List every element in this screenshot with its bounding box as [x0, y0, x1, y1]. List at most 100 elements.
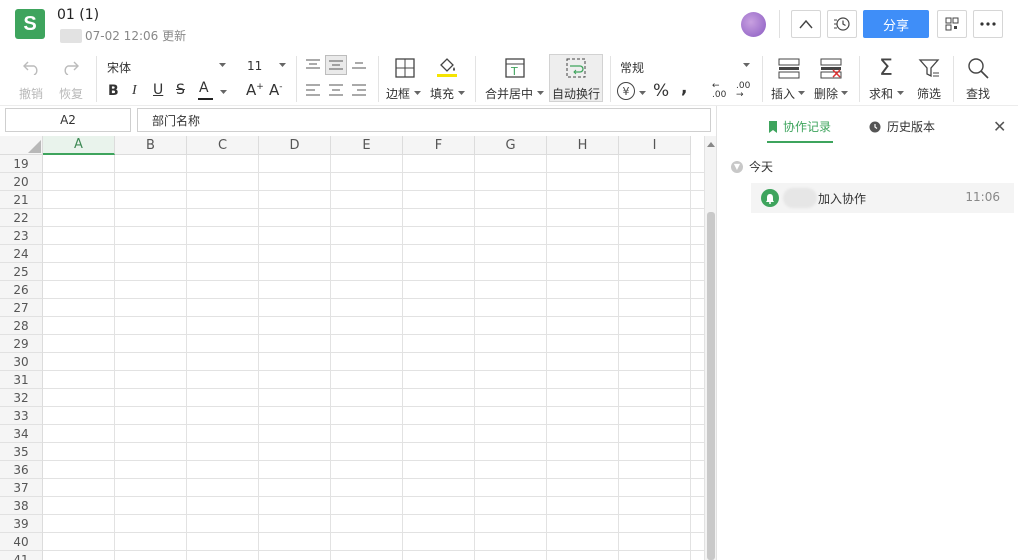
- row-header[interactable]: 31: [0, 371, 43, 389]
- row-header[interactable]: 35: [0, 443, 43, 461]
- undo-label[interactable]: 撤销: [19, 85, 43, 102]
- undo-icon[interactable]: [22, 56, 42, 76]
- align-middle-icon[interactable]: [325, 55, 347, 75]
- row-header[interactable]: 39: [0, 515, 43, 533]
- redo-icon[interactable]: [60, 56, 80, 76]
- merge-label[interactable]: 合并居中: [485, 85, 533, 102]
- row-header[interactable]: 36: [0, 461, 43, 479]
- scrollbar-thumb[interactable]: [707, 212, 715, 560]
- row-header[interactable]: 29: [0, 335, 43, 353]
- tab-history-versions[interactable]: 历史版本: [869, 118, 935, 135]
- row-header[interactable]: 21: [0, 191, 43, 209]
- chevron-down-icon[interactable]: [896, 89, 904, 97]
- increase-decimal-icon[interactable]: ← .00: [712, 82, 726, 100]
- row-header[interactable]: 25: [0, 263, 43, 281]
- row-header[interactable]: 24: [0, 245, 43, 263]
- fill-bucket-icon[interactable]: [435, 55, 459, 79]
- redo-label[interactable]: 恢复: [59, 85, 83, 102]
- scroll-up-icon[interactable]: [705, 140, 716, 150]
- row-header[interactable]: 26: [0, 281, 43, 299]
- row-header[interactable]: 37: [0, 479, 43, 497]
- sum-label[interactable]: 求和: [869, 85, 893, 102]
- filter-icon[interactable]: [917, 56, 941, 80]
- row-header[interactable]: 41: [0, 551, 43, 560]
- border-label[interactable]: 边框: [386, 85, 410, 102]
- row-header[interactable]: 20: [0, 173, 43, 191]
- wrap-text-label[interactable]: 自动换行: [552, 85, 600, 102]
- underline-button[interactable]: U: [153, 82, 163, 98]
- chevron-down-icon[interactable]: [840, 89, 848, 97]
- align-top-icon[interactable]: [304, 56, 322, 72]
- currency-icon[interactable]: ¥: [617, 82, 635, 100]
- column-header[interactable]: D: [259, 136, 331, 155]
- align-right-icon[interactable]: [350, 82, 368, 98]
- column-header[interactable]: H: [547, 136, 619, 155]
- font-color-button[interactable]: A: [199, 80, 209, 96]
- align-left-icon[interactable]: [304, 82, 322, 98]
- tab-collaboration-records[interactable]: 协作记录: [769, 118, 831, 135]
- row-header[interactable]: 27: [0, 299, 43, 317]
- find-label[interactable]: 查找: [966, 85, 990, 102]
- chevron-down-icon[interactable]: [413, 89, 421, 97]
- chevron-down-icon[interactable]: [742, 61, 750, 69]
- merge-cells-icon[interactable]: T: [503, 56, 527, 80]
- share-button[interactable]: 分享: [863, 10, 929, 38]
- row-header[interactable]: 23: [0, 227, 43, 245]
- document-title[interactable]: 01 (1): [57, 7, 99, 23]
- qr-code-button[interactable]: [937, 10, 967, 38]
- font-grow-button[interactable]: A+: [246, 81, 264, 99]
- cell-area[interactable]: [43, 155, 704, 560]
- day-group-header[interactable]: ▼ 今天: [731, 158, 773, 175]
- vertical-scrollbar[interactable]: [704, 136, 716, 560]
- chevron-down-icon[interactable]: [218, 61, 226, 69]
- font-name-select[interactable]: 宋体: [107, 59, 131, 76]
- chevron-down-icon[interactable]: ▼: [731, 160, 743, 173]
- history-button[interactable]: [827, 10, 857, 38]
- close-icon[interactable]: ✕: [993, 117, 1006, 136]
- insert-rows-icon[interactable]: [777, 56, 801, 80]
- chevron-down-icon[interactable]: [278, 61, 286, 69]
- decrease-decimal-icon[interactable]: .00 →: [736, 82, 750, 100]
- comma-icon[interactable]: ,: [681, 78, 687, 98]
- row-header[interactable]: 30: [0, 353, 43, 371]
- name-box[interactable]: A2: [5, 108, 131, 132]
- chevron-down-icon[interactable]: [638, 89, 646, 97]
- select-all-corner[interactable]: [0, 136, 43, 155]
- font-size-select[interactable]: 11: [247, 59, 262, 73]
- row-header[interactable]: 32: [0, 389, 43, 407]
- column-header[interactable]: I: [619, 136, 691, 155]
- row-header[interactable]: 34: [0, 425, 43, 443]
- column-header[interactable]: F: [403, 136, 475, 155]
- percent-icon[interactable]: %: [653, 81, 669, 101]
- strikethrough-button[interactable]: S: [176, 82, 185, 98]
- row-header[interactable]: 33: [0, 407, 43, 425]
- number-format-select[interactable]: 常规: [620, 59, 644, 76]
- delete-label[interactable]: 删除: [814, 85, 838, 102]
- italic-button[interactable]: I: [132, 83, 137, 99]
- column-header[interactable]: A: [43, 136, 115, 155]
- formula-input[interactable]: 部门名称: [137, 108, 711, 132]
- wrap-text-icon[interactable]: [564, 56, 588, 80]
- bold-button[interactable]: B: [108, 83, 119, 99]
- chevron-down-icon[interactable]: [797, 89, 805, 97]
- align-bottom-icon[interactable]: [350, 56, 368, 72]
- column-header[interactable]: C: [187, 136, 259, 155]
- border-icon[interactable]: [393, 56, 417, 80]
- row-header[interactable]: 22: [0, 209, 43, 227]
- row-header[interactable]: 38: [0, 497, 43, 515]
- search-icon[interactable]: [966, 56, 990, 80]
- delete-rows-icon[interactable]: [819, 56, 843, 80]
- column-header[interactable]: E: [331, 136, 403, 155]
- row-header[interactable]: 19: [0, 155, 43, 173]
- row-header[interactable]: 40: [0, 533, 43, 551]
- row-header[interactable]: 28: [0, 317, 43, 335]
- list-item[interactable]: 加入协作 11:06: [751, 183, 1014, 213]
- avatar[interactable]: [741, 12, 766, 37]
- column-header[interactable]: G: [475, 136, 547, 155]
- font-shrink-button[interactable]: A-: [269, 81, 283, 99]
- chevron-down-icon[interactable]: [536, 89, 544, 97]
- chevron-down-icon[interactable]: [219, 88, 227, 96]
- more-button[interactable]: [973, 10, 1003, 38]
- fill-label[interactable]: 填充: [430, 85, 454, 102]
- align-center-icon[interactable]: [327, 82, 345, 98]
